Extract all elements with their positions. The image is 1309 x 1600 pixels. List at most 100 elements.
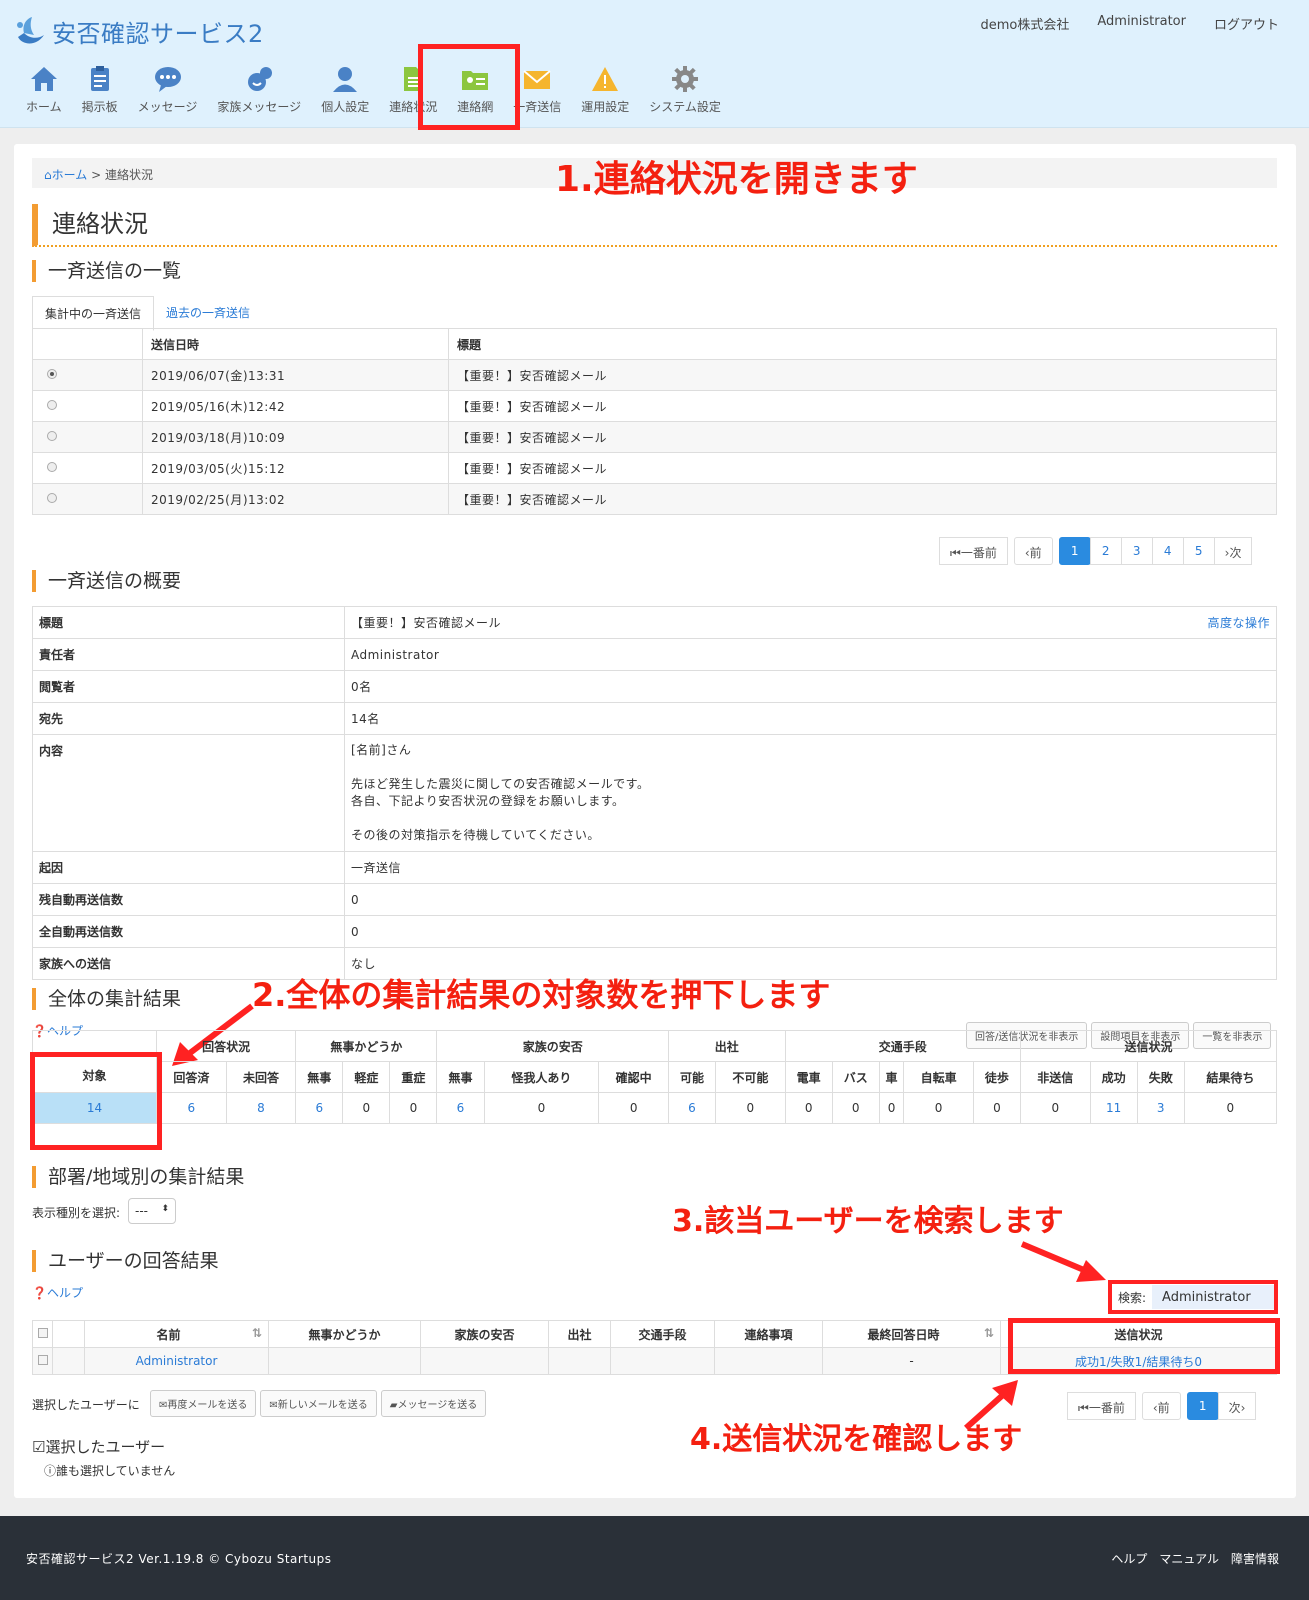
pager-next-button[interactable]: ›次 bbox=[1213, 537, 1253, 565]
user-name-link[interactable]: Administrator bbox=[84, 1347, 269, 1375]
section-summary-heading: 一斉送信の概要 bbox=[32, 570, 181, 592]
family-safe-count[interactable]: 6 bbox=[436, 1092, 485, 1124]
chevron-right-icon: › bbox=[1240, 1401, 1246, 1415]
row-checkbox[interactable] bbox=[37, 1355, 48, 1365]
answered-count[interactable]: 6 bbox=[156, 1092, 227, 1124]
selected-users-heading: ☑選択したユーザー bbox=[32, 1438, 166, 1456]
user-name[interactable]: Administrator bbox=[1097, 14, 1186, 33]
section-list-heading: 一斉送信の一覧 bbox=[32, 260, 181, 282]
footer-help-link[interactable]: ヘルプ bbox=[1111, 1550, 1147, 1567]
search-label: 検索: bbox=[1118, 1290, 1147, 1305]
arrow-step3 bbox=[1020, 1241, 1106, 1282]
annotation-step2: 2.全体の集計結果の対象数を押下します bbox=[252, 976, 831, 1014]
no-selection-note: ⓘ誰も選択していません bbox=[44, 1464, 176, 1478]
list-tabs: 集計中の一斉送信 過去の一斉送信 bbox=[32, 296, 262, 331]
section-users-heading: ユーザーの回答結果 bbox=[32, 1250, 219, 1272]
pager-prev-button[interactable]: ‹前 bbox=[1141, 1392, 1181, 1420]
col-name[interactable]: 名前 ⇅ bbox=[84, 1320, 269, 1348]
page-title: 連絡状況 bbox=[32, 204, 1277, 247]
tab-past-broadcast[interactable]: 過去の一斉送信 bbox=[154, 296, 262, 331]
select-arrows-icon: ⬍ bbox=[161, 1204, 169, 1214]
home-icon bbox=[30, 67, 57, 91]
user-search: 検索: Administrator bbox=[1108, 1280, 1278, 1314]
col-last-answer[interactable]: 最終回答日時 ⇅ bbox=[822, 1320, 1001, 1348]
nav-message[interactable]: メッセージ bbox=[130, 64, 206, 115]
nav-system-settings[interactable]: システム設定 bbox=[641, 64, 729, 115]
pager-page-4[interactable]: 4 bbox=[1151, 537, 1184, 565]
pager-page-3[interactable]: 3 bbox=[1120, 537, 1153, 565]
person-icon bbox=[333, 67, 358, 92]
pager-next-button[interactable]: 次› bbox=[1217, 1392, 1257, 1420]
col-date: 送信日時 bbox=[142, 328, 449, 360]
pager-first-button[interactable]: ⏮一番前 bbox=[939, 537, 1008, 565]
selected-users-label: 選択したユーザーに bbox=[32, 1398, 140, 1412]
breadcrumb-home[interactable]: ホーム bbox=[52, 168, 88, 182]
users-pager: ⏮一番前 ‹前 1 次› bbox=[1067, 1392, 1257, 1420]
annotation-step3: 3.該当ユーザーを検索します bbox=[672, 1204, 1064, 1239]
dept-type-select[interactable]: --- ⬍ bbox=[128, 1198, 176, 1224]
pager-prev-button[interactable]: ‹前 bbox=[1013, 537, 1053, 565]
unanswered-count[interactable]: 8 bbox=[225, 1092, 297, 1124]
main-nav: ホーム 掲示板 メッセージ 家族メッセージ 個人設定 連絡状況 連絡網 一斉送信… bbox=[18, 64, 733, 115]
footer-manual-link[interactable]: マニュアル bbox=[1159, 1550, 1219, 1567]
row-radio[interactable] bbox=[47, 462, 57, 472]
section-totals-heading: 全体の集計結果 bbox=[32, 988, 181, 1010]
table-row[interactable]: 2019/03/05(火)15:12 【重要！】安否確認メール bbox=[32, 452, 1277, 484]
sort-icon: ⇅ bbox=[983, 1325, 994, 1340]
app-header: 安否確認サービス2 demo株式会社 Administrator ログアウト ホ… bbox=[0, 0, 1309, 128]
send-message-button[interactable]: ▰メッセージを送る bbox=[380, 1390, 487, 1417]
pager-page-1[interactable]: 1 bbox=[1058, 537, 1091, 565]
pager-page-1[interactable]: 1 bbox=[1186, 1392, 1219, 1420]
row-radio[interactable] bbox=[47, 400, 57, 410]
highlight-send-status bbox=[1008, 1318, 1280, 1374]
arrow-step4 bbox=[963, 1380, 1018, 1431]
first-page-icon: ⏮ bbox=[1078, 1401, 1089, 1415]
highlight-target-count bbox=[30, 1052, 162, 1150]
safe-count[interactable]: 6 bbox=[295, 1092, 344, 1124]
resend-mail-button[interactable]: ✉再度メールを送る bbox=[150, 1390, 257, 1417]
footer-version: 安否確認サービス2 Ver.1.19.8 © Cybozu Startups bbox=[26, 1552, 332, 1566]
home-crumb-icon: ⌂ bbox=[44, 168, 52, 182]
failure-count[interactable]: 3 bbox=[1136, 1092, 1185, 1124]
col-title: 標題 bbox=[448, 328, 1277, 360]
table-row[interactable]: 2019/05/16(木)12:42 【重要！】安否確認メール bbox=[32, 390, 1277, 422]
advanced-operation-link[interactable]: 高度な操作 bbox=[1207, 614, 1270, 631]
table-row[interactable]: 2019/02/25(月)13:02 【重要！】安否確認メール bbox=[32, 483, 1277, 515]
nav-home[interactable]: ホーム bbox=[18, 64, 70, 115]
dept-select-label: 表示種別を選択: bbox=[32, 1206, 121, 1220]
row-radio[interactable] bbox=[47, 493, 57, 503]
section-dept-heading: 部署/地域別の集計結果 bbox=[32, 1166, 244, 1188]
message-icon bbox=[154, 67, 181, 92]
success-count[interactable]: 11 bbox=[1089, 1092, 1138, 1124]
row-radio[interactable] bbox=[47, 369, 57, 379]
logout-link[interactable]: ログアウト bbox=[1214, 14, 1279, 33]
table-row[interactable]: 2019/06/07(金)13:31 【重要！】安否確認メール bbox=[32, 359, 1277, 391]
pager-first-button[interactable]: ⏮一番前 bbox=[1067, 1392, 1136, 1420]
pager-page-2[interactable]: 2 bbox=[1089, 537, 1122, 565]
warning-icon bbox=[592, 67, 619, 91]
table-row[interactable]: 2019/03/18(月)10:09 【重要！】安否確認メール bbox=[32, 421, 1277, 453]
nav-family-message[interactable]: 家族メッセージ bbox=[209, 64, 309, 115]
search-input[interactable]: Administrator bbox=[1152, 1285, 1274, 1309]
users-help-link[interactable]: ❓ヘルプ bbox=[32, 1284, 83, 1301]
new-mail-button[interactable]: ✉新しいメールを送る bbox=[260, 1390, 377, 1417]
first-page-icon: ⏮ bbox=[950, 546, 961, 560]
footer-incident-link[interactable]: 障害情報 bbox=[1231, 1550, 1279, 1567]
attend-count[interactable]: 6 bbox=[667, 1092, 717, 1124]
annotation-step1: 1.連絡状況を開きます bbox=[555, 159, 918, 200]
bird-logo-icon bbox=[17, 16, 44, 43]
app-logo[interactable]: 安否確認サービス2 bbox=[14, 14, 264, 49]
row-radio[interactable] bbox=[47, 431, 57, 441]
tab-active-broadcast[interactable]: 集計中の一斉送信 bbox=[32, 296, 155, 331]
select-all-checkbox[interactable] bbox=[37, 1328, 48, 1338]
app-title: 安否確認サービス2 bbox=[52, 20, 264, 48]
nav-personal-settings[interactable]: 個人設定 bbox=[313, 64, 377, 115]
nav-board[interactable]: 掲示板 bbox=[74, 64, 126, 115]
pager-page-5[interactable]: 5 bbox=[1182, 537, 1215, 565]
list-pager: ⏮一番前 ‹前 1 2 3 4 5 ›次 bbox=[939, 537, 1253, 565]
broadcast-list-table: 送信日時 標題 2019/06/07(金)13:31 【重要！】安否確認メール 2… bbox=[32, 328, 1277, 515]
nav-operation-settings[interactable]: 運用設定 bbox=[573, 64, 637, 115]
company-name: demo株式会社 bbox=[980, 18, 1070, 33]
highlight-nav-contact-status bbox=[418, 44, 520, 130]
board-icon bbox=[90, 66, 109, 91]
